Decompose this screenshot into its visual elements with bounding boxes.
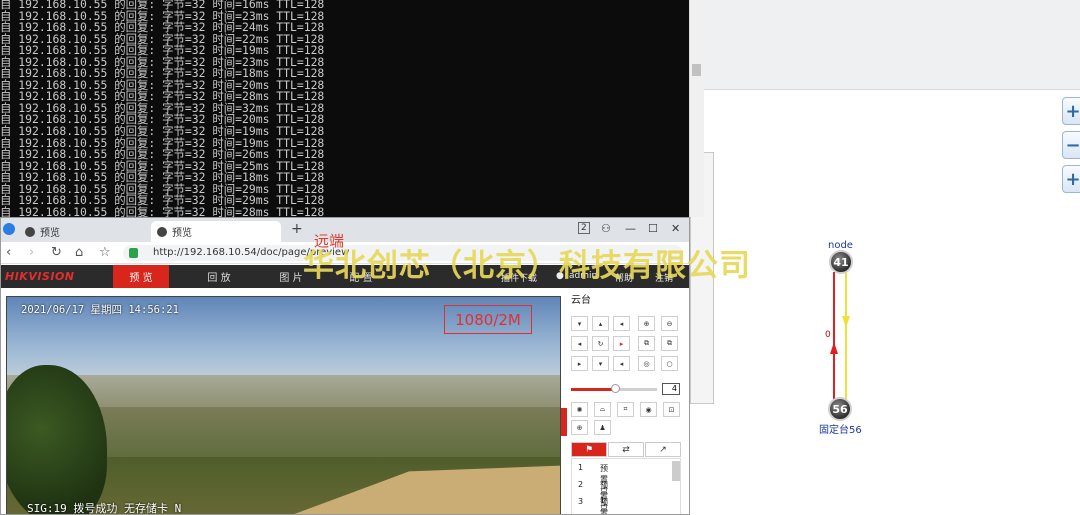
preset-name: 预置点 3: [600, 498, 608, 515]
focus-near-icon[interactable]: ⧉: [638, 336, 655, 351]
ping-console: 自 192.168.10.55 的回复: 字节=32 时间=16ms TTL=1…: [0, 0, 704, 217]
zoom-in-lens-icon[interactable]: ⊕: [638, 316, 655, 331]
minimize-button[interactable]: —: [625, 222, 636, 235]
star-icon[interactable]: ☆: [99, 245, 111, 260]
zoom-out-lens-icon[interactable]: ⊖: [661, 316, 678, 331]
aux-focus-icon[interactable]: ⌗: [617, 402, 634, 417]
lens-init-icon[interactable]: ◉: [640, 402, 657, 417]
list-item[interactable]: 1 预置点 1: [578, 463, 608, 505]
back-icon[interactable]: ‹: [6, 245, 11, 260]
security-shield-icon: [129, 248, 138, 258]
console-output: 自 192.168.10.55 的回复: 字节=32 时间=16ms TTL=1…: [0, 0, 690, 217]
ptz-down-left-button[interactable]: ▸: [571, 356, 588, 371]
zoom-3d-icon[interactable]: ⊕: [571, 420, 588, 435]
home-icon[interactable]: ⌂: [75, 245, 83, 260]
tab-preview-1[interactable]: 预览: [19, 221, 151, 242]
tab-preview-2[interactable]: 预览: [151, 221, 281, 242]
company-watermark: 华北创芯（北京）科技有限公司: [303, 248, 751, 284]
tab-label: 预览: [40, 228, 60, 239]
video-osd-timestamp: 2021/06/17 星期四 14:56:21: [21, 304, 179, 316]
wiper-icon[interactable]: ⌓: [594, 402, 611, 417]
person-icon[interactable]: ♟: [594, 420, 611, 435]
forward-icon[interactable]: ›: [29, 245, 34, 260]
new-tab-button[interactable]: +: [291, 221, 303, 237]
hikvision-logo: HIKVISION: [5, 270, 75, 283]
nav-playback[interactable]: 回 放: [191, 265, 247, 288]
ptz-speed-value[interactable]: 4: [662, 383, 680, 395]
tab-count-badge[interactable]: 2: [578, 222, 590, 234]
ptz-down-button[interactable]: ▾: [592, 356, 609, 371]
camera-favicon-icon: [157, 226, 167, 237]
tab-preset[interactable]: ⚑: [571, 442, 607, 457]
node-56[interactable]: 56: [828, 397, 852, 421]
tab-pattern[interactable]: ↗: [645, 442, 681, 457]
map-toolbar-area: [700, 0, 1080, 90]
shirt-icon[interactable]: ⚇: [601, 222, 611, 235]
iris-open-icon[interactable]: ◎: [638, 356, 655, 371]
ptz-speed-fill: [571, 388, 615, 391]
ptz-speed-knob[interactable]: [611, 384, 620, 393]
link-down-arrow: [842, 316, 850, 328]
preset-list: 1预置点 1 2预置点 2 3 预置点 3: [571, 458, 681, 514]
light-icon[interactable]: ✺: [571, 402, 588, 417]
resolution-annotation: 1080/2M: [444, 305, 532, 334]
zoom-out-button[interactable]: −: [1062, 131, 1080, 159]
ptz-right-button[interactable]: ▸: [613, 336, 630, 351]
preset-number: 3: [578, 497, 584, 506]
console-scrollbar-thumb[interactable]: [692, 64, 701, 76]
ptz-up-left-button[interactable]: ▾: [571, 316, 588, 331]
node-41-id: 41: [833, 255, 849, 269]
ptz-down-right-button[interactable]: ◂: [613, 356, 630, 371]
node-56-id: 56: [832, 402, 848, 416]
link-up-arrow: [830, 342, 838, 354]
list-item[interactable]: 2预置点 2: [578, 480, 608, 514]
ptz-left-button[interactable]: ◂: [571, 336, 588, 351]
list-item[interactable]: 3 预置点 3: [578, 497, 608, 514]
iris-close-icon[interactable]: ○: [661, 356, 678, 371]
reload-icon[interactable]: ↻: [51, 245, 62, 260]
node-link: [830, 272, 850, 400]
ptz-up-button[interactable]: ▴: [592, 316, 609, 331]
console-scrollbar[interactable]: [689, 0, 704, 217]
zoom-extra-button[interactable]: +: [1062, 165, 1080, 193]
ptz-auto-rotate-icon[interactable]: ↻: [592, 336, 609, 351]
node-56-caption: 固定台56: [819, 425, 862, 436]
preset-number: 1: [578, 463, 584, 472]
ptz-up-right-button[interactable]: ◂: [613, 316, 630, 331]
console-line: 自 192.168.10.55 的回复: 字节=32 时间=28ms TTL=1…: [0, 204, 325, 217]
link-label: 0: [825, 330, 831, 340]
tab-label: 预览: [172, 228, 192, 239]
video-osd-status: SIG:19 拨号成功 无存储卡 N: [27, 502, 182, 515]
focus-far-icon[interactable]: ⧉: [661, 336, 678, 351]
maximize-button[interactable]: ☐: [648, 222, 658, 235]
zoom-in-button[interactable]: +: [1062, 97, 1080, 125]
tab-patrol[interactable]: ⇄: [608, 442, 644, 457]
ptz-title: 云台: [571, 295, 591, 306]
camera-favicon-icon: [25, 226, 35, 237]
nav-preview[interactable]: 预 览: [113, 265, 169, 288]
manual-track-icon[interactable]: ⊡: [663, 402, 680, 417]
preset-tabs: ⚑ ⇄ ↗: [571, 442, 681, 457]
preset-number: 2: [578, 480, 584, 489]
browser-logo-icon[interactable]: [3, 223, 15, 235]
preset-scrollbar[interactable]: [672, 461, 680, 481]
node-41[interactable]: 41: [829, 250, 853, 274]
close-button[interactable]: ✕: [671, 222, 680, 235]
